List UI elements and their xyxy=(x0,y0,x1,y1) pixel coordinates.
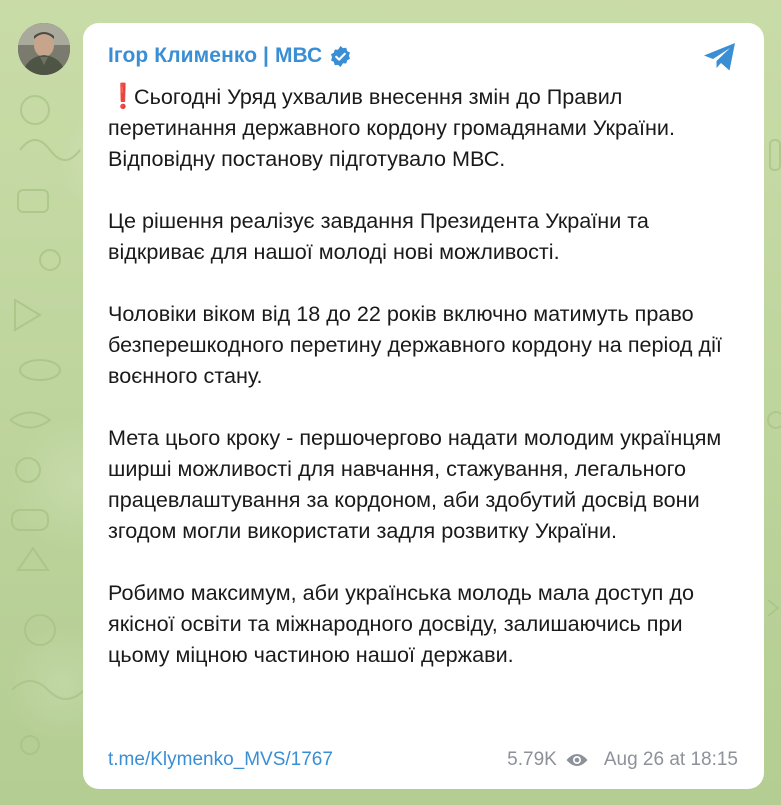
post-link[interactable]: t.me/Klymenko_MVS/1767 xyxy=(108,749,333,771)
message-paragraph: Чоловіки віком від 18 до 22 років включн… xyxy=(108,301,722,388)
message-paragraph: Це рішення реалізує завдання Президента … xyxy=(108,208,649,264)
message-timestamp: Aug 26 at 18:15 xyxy=(603,749,738,770)
share-icon[interactable] xyxy=(702,41,738,73)
message-bubble: Ігор Клименко | МВС ❗Сьогодні Уряд ухвал… xyxy=(83,23,764,789)
view-count: 5.79K xyxy=(507,749,557,770)
verified-badge-icon xyxy=(329,45,352,68)
message-paragraph: Мета цього кроку - першочергово надати м… xyxy=(108,425,722,543)
exclamation-emoji: ❗ xyxy=(108,83,138,110)
message-text: ❗Сьогодні Уряд ухвалив внесення змін до … xyxy=(108,81,748,670)
message-footer: t.me/Klymenko_MVS/1767 5.79K Aug 26 at 1… xyxy=(108,745,738,775)
message-paragraph: Робимо максимум, аби українська молодь м… xyxy=(108,580,694,667)
message-paragraph: ❗Сьогодні Уряд ухвалив внесення змін до … xyxy=(108,81,748,174)
message-meta: 5.79K Aug 26 at 18:15 xyxy=(507,749,738,771)
eye-icon xyxy=(565,751,589,769)
avatar-image xyxy=(18,23,70,75)
channel-avatar[interactable] xyxy=(18,23,70,75)
message-header: Ігор Клименко | МВС xyxy=(108,41,352,71)
author-name[interactable]: Ігор Клименко | МВС xyxy=(108,44,322,68)
paragraph-text: Сьогодні Уряд ухвалив внесення змін до П… xyxy=(108,84,675,171)
